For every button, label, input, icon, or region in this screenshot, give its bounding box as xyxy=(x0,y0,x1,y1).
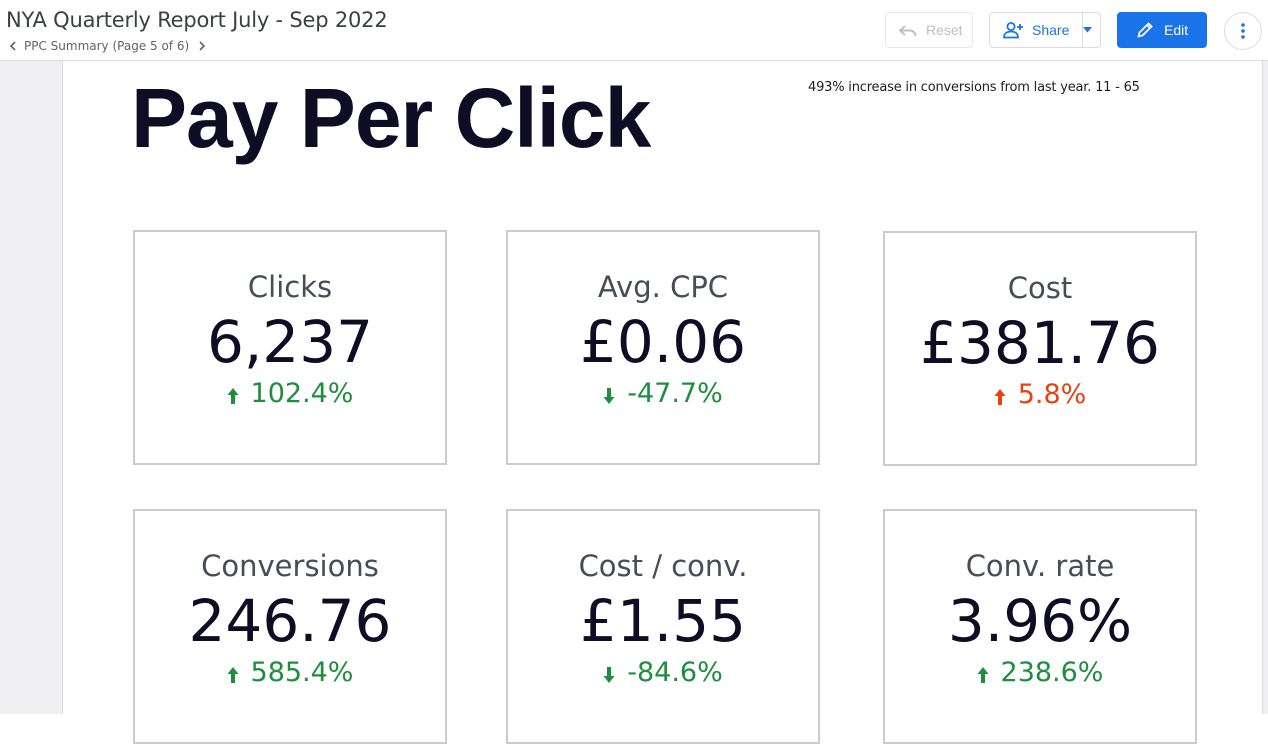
conversion-note: 493% increase in conversions from last y… xyxy=(808,80,1140,95)
arrow-up-icon xyxy=(977,666,989,683)
canvas-left-gutter xyxy=(0,61,63,714)
report-header: NYA Quarterly Report July - Sep 2022 PPC… xyxy=(0,0,1268,61)
arrow-down-icon xyxy=(603,387,615,404)
reset-button[interactable]: Reset xyxy=(885,12,973,48)
scorecard-label: Conversions xyxy=(201,549,379,583)
scorecard-label: Cost xyxy=(1007,271,1073,305)
page-heading: Pay Per Click xyxy=(131,71,651,165)
scorecard-value: £0.06 xyxy=(579,308,747,376)
scorecard-avg-cpc[interactable]: Avg. CPC £0.06 -47.7% xyxy=(506,230,820,465)
more-vert-icon xyxy=(1241,23,1245,39)
arrow-up-icon xyxy=(227,666,239,683)
scorecard-value: £381.76 xyxy=(920,309,1160,377)
scorecard-change-value: 585.4% xyxy=(250,657,354,688)
scorecard-conversions[interactable]: Conversions 246.76 585.4% xyxy=(133,509,447,744)
page-navigator: PPC Summary (Page 5 of 6) xyxy=(6,37,209,55)
scorecard-change: 5.8% xyxy=(885,379,1195,410)
chevron-left-icon[interactable] xyxy=(6,37,20,55)
scorecard-value: 3.96% xyxy=(947,587,1133,655)
scorecard-change-value: 5.8% xyxy=(1017,379,1087,410)
scorecard-change: -84.6% xyxy=(508,657,818,688)
scorecard-label: Conv. rate xyxy=(965,549,1115,583)
share-label: Share xyxy=(1032,22,1070,38)
scorecard-change: 102.4% xyxy=(135,378,445,409)
scorecard-value: 6,237 xyxy=(206,308,374,376)
scorecard-label: Clicks xyxy=(247,270,333,304)
edit-label: Edit xyxy=(1164,22,1189,38)
scorecard-clicks[interactable]: Clicks 6,237 102.4% xyxy=(133,230,447,465)
scorecard-change-value: -84.6% xyxy=(627,657,723,688)
scorecard-label: Cost / conv. xyxy=(578,549,748,583)
add-person-icon xyxy=(1003,22,1023,39)
more-options-button[interactable] xyxy=(1224,12,1262,50)
undo-icon xyxy=(898,25,917,37)
arrow-up-icon xyxy=(227,387,239,404)
scorecard-cost[interactable]: Cost £381.76 5.8% xyxy=(883,231,1197,466)
scorecard-change: -47.7% xyxy=(508,378,818,409)
scorecard-change-value: 238.6% xyxy=(1000,657,1104,688)
scorecard-conv-rate[interactable]: Conv. rate 3.96% 238.6% xyxy=(883,509,1197,744)
scorecard-label: Avg. CPC xyxy=(597,270,729,304)
edit-button[interactable]: Edit xyxy=(1117,12,1207,48)
scorecard-change-value: 102.4% xyxy=(250,378,354,409)
report-title[interactable]: NYA Quarterly Report July - Sep 2022 xyxy=(6,8,388,32)
reset-label: Reset xyxy=(926,22,963,38)
scorecard-change-value: -47.7% xyxy=(627,378,723,409)
scorecard-change: 238.6% xyxy=(885,657,1195,688)
arrow-up-icon xyxy=(994,388,1006,405)
scorecard-cost-per-conv[interactable]: Cost / conv. £1.55 -84.6% xyxy=(506,509,820,744)
scorecard-value: £1.55 xyxy=(579,587,747,655)
page-label[interactable]: PPC Summary (Page 5 of 6) xyxy=(24,39,189,53)
arrow-down-icon xyxy=(603,666,615,683)
scorecard-change: 585.4% xyxy=(135,657,445,688)
canvas-right-gutter xyxy=(1262,61,1268,714)
pencil-icon xyxy=(1137,22,1153,38)
scorecard-value: 246.76 xyxy=(188,587,392,655)
chevron-right-icon[interactable] xyxy=(195,37,209,55)
share-button[interactable]: Share xyxy=(989,12,1101,48)
share-dropdown-caret-icon[interactable] xyxy=(1082,13,1101,47)
